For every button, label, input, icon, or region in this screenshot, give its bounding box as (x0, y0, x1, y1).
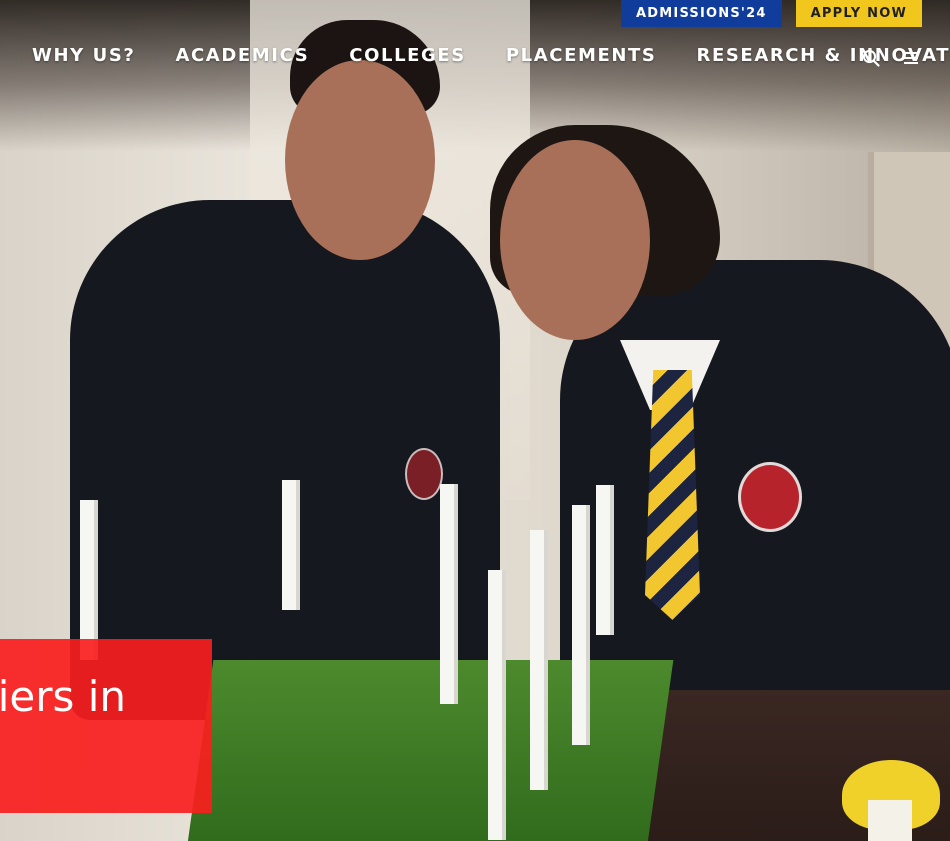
student-left-head (285, 60, 435, 260)
hero-caption-box: iers in (0, 639, 212, 813)
wind-turbine-pole (488, 570, 506, 840)
main-nav: WHY US? ACADEMICS COLLEGES PLACEMENTS RE… (32, 45, 950, 66)
nav-icons (860, 47, 922, 69)
apply-now-button[interactable]: APPLY NOW (795, 0, 922, 27)
nav-item-why-us[interactable]: WHY US? (32, 45, 135, 66)
project-model-base (186, 660, 674, 841)
wind-turbine-pole (572, 505, 590, 745)
hero-caption: iers in (0, 672, 126, 721)
blazer-crest-left (405, 448, 443, 500)
mushroom-model-stem (868, 800, 912, 841)
search-icon[interactable] (860, 47, 882, 69)
hero-section: ADMISSIONS'24 APPLY NOW WHY US? ACADEMIC… (0, 0, 950, 841)
nav-item-colleges[interactable]: COLLEGES (349, 45, 466, 66)
wind-turbine-pole (80, 500, 98, 660)
wind-turbine-pole (596, 485, 614, 635)
wind-turbine-pole (282, 480, 300, 610)
admissions-button[interactable]: ADMISSIONS'24 (621, 0, 782, 27)
utility-bar: ADMISSIONS'24 APPLY NOW (621, 0, 922, 27)
nav-item-academics[interactable]: ACADEMICS (175, 45, 309, 66)
wind-turbine-pole (440, 484, 458, 704)
striped-tie (645, 370, 700, 620)
nav-item-placements[interactable]: PLACEMENTS (506, 45, 657, 66)
wind-turbine-pole (530, 530, 548, 790)
hamburger-menu-icon[interactable] (900, 47, 922, 69)
blazer-crest-right (738, 462, 802, 532)
student-right-head (500, 140, 650, 340)
